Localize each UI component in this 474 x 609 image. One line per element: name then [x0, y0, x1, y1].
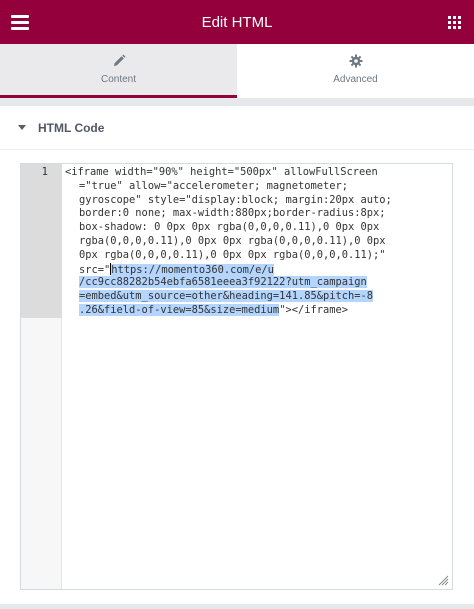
- code-text[interactable]: <iframe width="90%" height="500px" allow…: [65, 166, 452, 318]
- pencil-icon: [113, 54, 125, 66]
- line-number: 1: [41, 166, 48, 178]
- selected-text: https://momento360.com/e/u: [111, 263, 274, 276]
- closing-tag: "></iframe>: [279, 303, 349, 316]
- hamburger-icon[interactable]: [11, 15, 29, 30]
- code-line: rgba(0,0,0,0.11),0 0px 0px rgba(0,0,0,0.…: [79, 234, 386, 247]
- panel-tabs: Content Advanced: [0, 44, 474, 98]
- section-title: HTML Code: [38, 120, 105, 135]
- code-line: =embed&utm_source=other&heading=141.85&p…: [65, 290, 452, 304]
- tab-advanced[interactable]: Advanced: [237, 44, 474, 98]
- tab-content-label: Content: [100, 74, 137, 85]
- code-line: border:0 none; max-width:880px;border-ra…: [79, 207, 386, 220]
- code-line: src="https://momento360.com/e/u: [65, 262, 452, 277]
- code-line: ="true" allow="accelerometer; magnetomet…: [79, 179, 348, 192]
- caret-down-icon: [18, 125, 26, 130]
- selected-text: =embed&utm_source=other&heading=141.85&p…: [79, 290, 374, 303]
- code-line: box-shadow: 0 0px 0px rgba(0,0,0,0.11),0…: [79, 221, 380, 234]
- code-line: /cc9cc88282b54ebfa6581eeea3f92122?utm_ca…: [65, 276, 452, 290]
- tab-advanced-label: Advanced: [333, 74, 378, 85]
- divider: [0, 98, 474, 106]
- bottom-divider: [0, 604, 474, 609]
- selected-text: .26&field-of-view=85&size=medium: [79, 303, 280, 316]
- panel-header: Edit HTML: [0, 0, 474, 44]
- gear-icon: [349, 54, 362, 68]
- selected-text: /cc9cc88282b54ebfa6581eeea3f92122?utm_ca…: [79, 276, 367, 289]
- code-editor[interactable]: 1 <iframe width="90%" height="500px" all…: [20, 163, 453, 590]
- section-toggle-html-code[interactable]: HTML Code: [0, 106, 474, 150]
- line-gutter: 1: [21, 164, 62, 589]
- resize-handle-icon[interactable]: [437, 574, 449, 586]
- grid-icon[interactable]: [448, 16, 461, 29]
- code-line: .26&field-of-view=85&size=medium"></ifra…: [65, 303, 452, 318]
- tab-content[interactable]: Content: [0, 44, 237, 98]
- src-attr: src=": [79, 263, 111, 276]
- active-line-highlight: [21, 164, 62, 318]
- code-line: <iframe width="90%" height="500px" allow…: [65, 166, 378, 178]
- code-line: gyroscope" style="display:block; margin:…: [79, 193, 392, 206]
- panel-title: Edit HTML: [201, 13, 273, 31]
- code-line: 0px rgba(0,0,0,0.11),0 0px 0px rgba(0,0,…: [79, 248, 386, 261]
